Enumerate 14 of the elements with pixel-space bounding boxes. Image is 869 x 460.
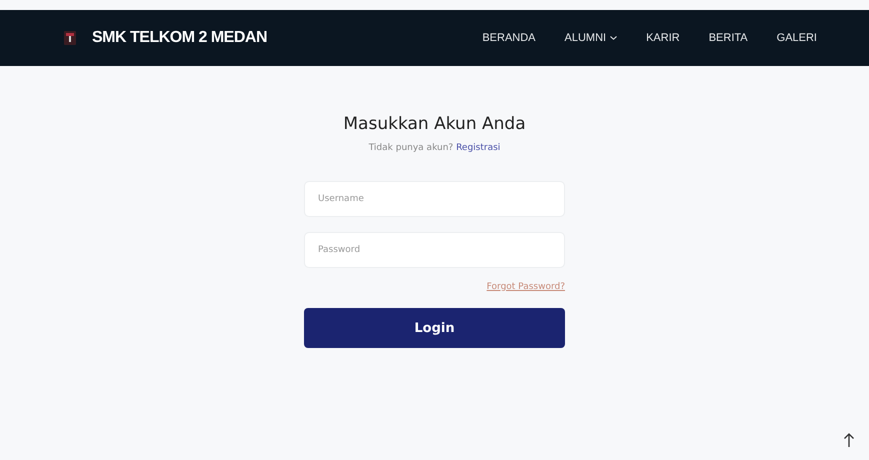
nav-link[interactable]: BERANDA	[482, 30, 536, 46]
nav-link[interactable]: ALUMNI	[564, 30, 618, 46]
arrow-up-icon[interactable]	[843, 432, 855, 448]
username-field[interactable]: Username	[304, 180, 565, 217]
logo-icon	[64, 31, 76, 45]
password-field[interactable]: Password	[304, 232, 565, 268]
register-prompt: Tidak punya akun? Registrasi	[368, 142, 500, 156]
nav-link[interactable]: KARIR	[646, 30, 680, 46]
register-link[interactable]: Registrasi	[456, 143, 500, 154]
nav-link[interactable]: GALERI	[776, 30, 817, 46]
nav-link[interactable]: BERITA	[708, 30, 748, 46]
brand-name[interactable]: SMK TELKOM 2 MEDAN	[92, 26, 267, 50]
form-title: Masukkan Akun Anda	[343, 114, 526, 134]
login-button[interactable]: Login	[304, 308, 565, 348]
